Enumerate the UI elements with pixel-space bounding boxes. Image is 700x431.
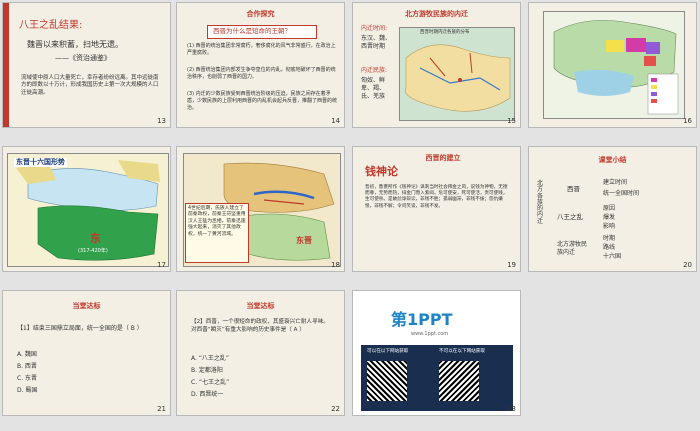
slide-20-branch-3: 北方游牧民族内迁 bbox=[557, 241, 588, 257]
slide-20-branch-2b: 爆发 bbox=[603, 214, 616, 221]
slide-22-header: 当堂达标 bbox=[246, 302, 275, 310]
slide-number: 22 bbox=[331, 405, 340, 413]
slide-23[interactable]: 第1PPT www.1ppt.com 可以在以下网站获取 不可以在以下网站获取 … bbox=[352, 290, 521, 416]
slide-20-branch-2a: 原因 bbox=[603, 205, 616, 212]
slide-number: 13 bbox=[157, 117, 166, 125]
slide-18-callout: 4世纪后期，氐族人建立了前秦政权，前秦王苻坚重用汉人王猛为丞相，前秦迅速强大起来… bbox=[185, 203, 249, 263]
slide-17-title: 东晋十六国形势 bbox=[14, 158, 67, 168]
slide-14-point-2: (2) 西晋统治集团内部发生争夺皇位的内乱，彻底地破坏了西晋的统治秩序，也削弱了… bbox=[187, 67, 336, 80]
slide-15[interactable]: 北方游牧民族的内迁 内迁时间: 东汉、魏、西晋时期 内迁民族: 匈奴、鲜卑、羯、… bbox=[352, 2, 521, 128]
slide-22-question: 【2】西晋，一个很短命的政权，其盛衰兴亡耐人寻味。对西晋“瞬灭”有重大影响的历史… bbox=[191, 319, 329, 333]
slide-14-question-box: 西晋为什么是短命的王朝？ bbox=[207, 25, 317, 39]
slide-21-header: 当堂达标 bbox=[72, 302, 101, 310]
slide-17[interactable]: 东晋十六国形势 东 (317-420年) 17 bbox=[2, 146, 171, 272]
slide-number: 18 bbox=[331, 261, 340, 269]
slide-14-point-3: (3) 内迁的少数民族受到西晋统治阶级的压迫，民族之间存在着矛盾，少数民族的上层… bbox=[187, 91, 338, 111]
slide-17-kingdom: 东 bbox=[90, 232, 101, 245]
slide-number: 20 bbox=[683, 261, 692, 269]
slide-21-option-d: D. 蜀国 bbox=[17, 387, 38, 394]
map-title: 西晋时期内迁各族的分布 bbox=[420, 30, 470, 35]
slide-20-branch-1: 西晋 bbox=[567, 185, 580, 193]
slide-accent-bar bbox=[3, 3, 9, 127]
slide-13-paragraph: 流域使中原人口大量死亡，幸存者纷纷远离。其中远徙南方的即数以十万计，形成我国历史… bbox=[21, 75, 159, 96]
slide-14[interactable]: 合作探究 西晋为什么是短命的王朝？ (1) 西晋的统治集团非常腐朽，奢侈腐化的风… bbox=[176, 2, 345, 128]
slide-21-option-c: C. 东晋 bbox=[17, 375, 38, 382]
slide-19-big-title: 钱神论 bbox=[365, 165, 398, 178]
slide-15-header: 北方游牧民族的内迁 bbox=[405, 10, 468, 18]
slide-20-branch-1b: 统一全国时间 bbox=[603, 190, 640, 197]
slide-13-title: 八王之乱结果: bbox=[19, 20, 83, 31]
slide-18[interactable]: 东晋 4世纪后期，氐族人建立了前秦政权，前秦王苻坚重用汉人王猛为丞相，前秦迅速强… bbox=[176, 146, 345, 272]
slide-number: 14 bbox=[331, 117, 340, 125]
slide-number: 15 bbox=[507, 117, 516, 125]
slide-20-branch-3c: 十六国 bbox=[603, 253, 622, 260]
slide-22[interactable]: 当堂达标 【2】西晋，一个很短命的政权，其盛衰兴亡耐人寻味。对西晋“瞬灭”有重大… bbox=[176, 290, 345, 416]
slide-20-branch-1a: 建立时间 bbox=[603, 179, 628, 186]
slide-18-callout-text: 4世纪后期，氐族人建立了前秦政权，前秦王苻坚重用汉人王猛为丞相，前秦迅速强大起来… bbox=[188, 206, 246, 237]
slide-13[interactable]: 八王之乱结果: 魏晋以来积蓄，扫地无遗。 ——《资治通鉴》 流域使中原人口大量死… bbox=[2, 2, 171, 128]
slide-13-source: ——《资治通鉴》 bbox=[55, 54, 111, 62]
slide-15-groups: 匈奴、鲜卑、羯、氐、羌族 bbox=[361, 77, 386, 101]
map-graphic bbox=[400, 28, 514, 120]
slide-20[interactable]: 课堂小结 北方各族的内迁 西晋 建立时间 统一全国时间 八王之乱 原因 爆发 影… bbox=[528, 146, 697, 272]
historical-map bbox=[543, 11, 685, 119]
slide-17-years: (317-420年) bbox=[78, 248, 108, 254]
slide-21-option-a: A. 魏国 bbox=[17, 351, 37, 358]
slide-22-option-b: B. 定都洛阳 bbox=[191, 367, 223, 374]
slide-number: 23 bbox=[507, 405, 516, 413]
slide-20-branch-2: 八王之乱 bbox=[557, 213, 583, 221]
slide-20-branch-3a: 时期 bbox=[603, 235, 616, 242]
slide-21-option-b: B. 西晋 bbox=[17, 363, 37, 370]
slide-20-root: 北方各族的内迁 bbox=[537, 180, 544, 225]
slide-15-time: 东汉、魏、西晋时期 bbox=[361, 35, 392, 51]
ppt-url: www.1ppt.com bbox=[411, 331, 449, 337]
slide-22-option-c: C. “七王之乱” bbox=[191, 379, 230, 386]
slide-13-quote: 魏晋以来积蓄，扫地无遗。 bbox=[27, 40, 123, 49]
eastern-jin-map: 东晋十六国形势 东 (317-420年) bbox=[7, 153, 169, 267]
slide-19-header: 西晋的建立 bbox=[425, 154, 461, 162]
slide-21[interactable]: 当堂达标 【1】结束三国鼎立局面，统一全国的是（ B ） A. 魏国 B. 西晋… bbox=[2, 290, 171, 416]
slide-22-option-a: A. “八王之乱” bbox=[191, 355, 230, 362]
qr-code-left bbox=[367, 361, 407, 401]
qr-code-right bbox=[439, 361, 479, 401]
slide-14-question: 西晋为什么是短命的王朝？ bbox=[213, 27, 291, 35]
slide-20-branch-2c: 影响 bbox=[603, 223, 616, 230]
info-left-caption: 可以在以下网站获取 bbox=[367, 349, 409, 354]
slide-22-option-d: D. 西晋统一 bbox=[191, 391, 224, 398]
slide-number: 17 bbox=[157, 261, 166, 269]
slide-20-branch-3b: 路线 bbox=[603, 244, 616, 251]
inner-migration-map: 西晋时期内迁各族的分布 bbox=[399, 27, 515, 121]
slide-16[interactable]: 16 bbox=[528, 2, 697, 128]
ppt-logo: 第1PPT bbox=[391, 310, 453, 329]
slide-15-groups-label: 内迁民族: bbox=[361, 67, 388, 74]
slide-14-point-1: (1) 西晋的统治集团非常腐朽，奢侈腐化的风气非常盛行，在政治上严重腐败。 bbox=[187, 43, 336, 56]
slide-14-header: 合作探究 bbox=[246, 10, 275, 18]
slide-number: 16 bbox=[683, 117, 692, 125]
info-right-caption: 不可以在以下网站获取 bbox=[439, 349, 485, 354]
slide-19-paragraph: 晋初，鲁褒所作《钱神论》讽刺当时社会拜金之风，说钱为神物，无德而尊，无势而热，排… bbox=[365, 185, 508, 209]
slide-19[interactable]: 钱神论 西晋的建立 晋初，鲁褒所作《钱神论》讽刺当时社会拜金之风，说钱为神物，无… bbox=[352, 146, 521, 272]
slide-number: 19 bbox=[507, 261, 516, 269]
slide-number: 21 bbox=[157, 405, 166, 413]
slide-18-state: 东晋 bbox=[296, 236, 312, 245]
slide-21-question: 【1】结束三国鼎立局面，统一全国的是（ B ） bbox=[17, 325, 143, 332]
slide-15-time-label: 内迁时间: bbox=[361, 25, 388, 32]
map-graphic bbox=[544, 12, 684, 118]
slide-20-header: 课堂小结 bbox=[598, 156, 627, 164]
